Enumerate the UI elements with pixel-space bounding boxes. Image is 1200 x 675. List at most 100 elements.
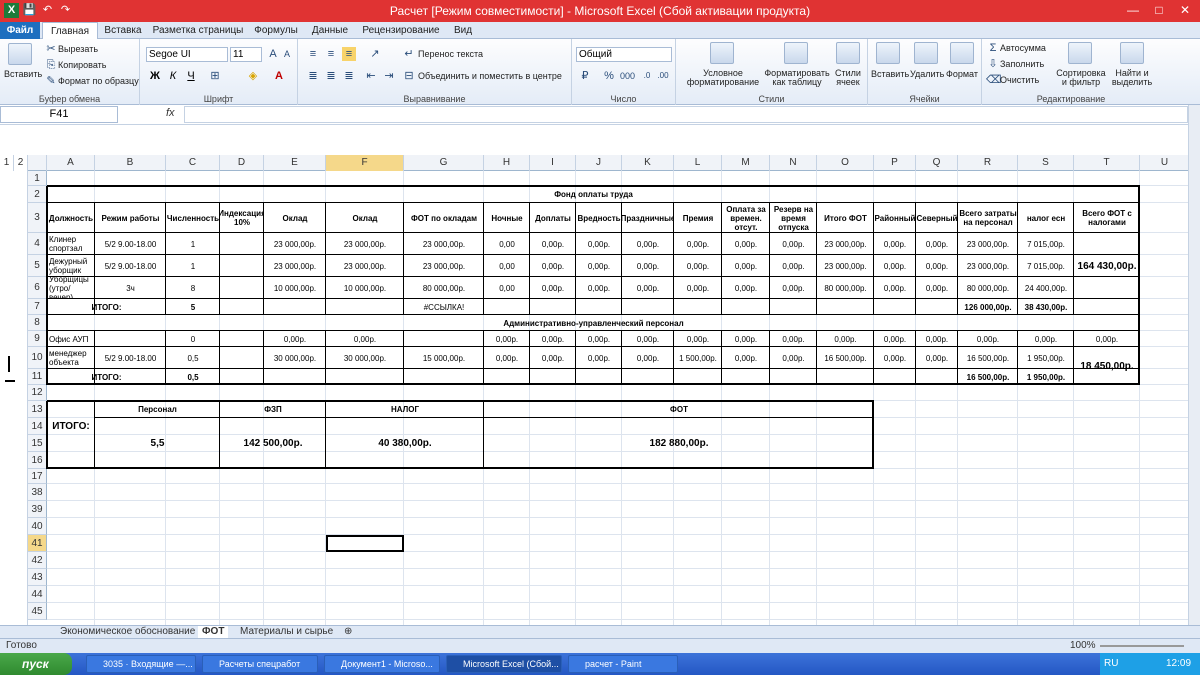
italic-button[interactable]: К <box>166 69 180 83</box>
row-header-4[interactable]: 4 <box>28 233 47 255</box>
sort-filter-button[interactable]: Сортировка и фильтр <box>1054 69 1108 87</box>
column-header-D[interactable]: D <box>220 155 264 171</box>
tab-formulas[interactable]: Формулы <box>250 22 302 39</box>
column-header-C[interactable]: C <box>166 155 220 171</box>
column-header-H[interactable]: H <box>484 155 530 171</box>
percent-icon[interactable]: % <box>602 69 616 83</box>
align-right-icon[interactable]: ≣ <box>342 69 356 83</box>
autosum-button[interactable]: Автосумма <box>1000 43 1046 53</box>
task-excel[interactable]: Microsoft Excel (Сбой... <box>446 655 562 673</box>
fill-color-icon[interactable]: ◈ <box>246 69 260 83</box>
outline-level-2[interactable]: 2 <box>14 155 28 171</box>
row-header-6[interactable]: 6 <box>28 277 47 299</box>
find-select-button[interactable]: Найти и выделить <box>1108 69 1156 87</box>
clear-button[interactable]: Очистить <box>1000 75 1039 85</box>
paste-icon[interactable] <box>8 43 32 65</box>
zoom-level[interactable]: 100% <box>1070 639 1096 653</box>
increase-indent-icon[interactable]: ⇥ <box>382 69 396 83</box>
column-header-G[interactable]: G <box>404 155 484 171</box>
column-header-A[interactable]: A <box>47 155 95 171</box>
row-header-39[interactable]: 39 <box>28 501 47 518</box>
column-header-N[interactable]: N <box>770 155 817 171</box>
row-header-13[interactable]: 13 <box>28 401 47 418</box>
vertical-scrollbar[interactable] <box>1188 105 1200 625</box>
paste-button[interactable]: Вставить <box>4 69 42 79</box>
borders-icon[interactable]: ⊞ <box>208 69 222 83</box>
insert-cells-button[interactable]: Вставить <box>871 69 909 79</box>
active-cell-f41[interactable] <box>326 535 404 552</box>
cut-button[interactable]: Вырезать <box>58 44 98 54</box>
delete-cells-button[interactable]: Удалить <box>910 69 944 79</box>
number-format-combo[interactable]: Общий <box>576 47 672 62</box>
start-button[interactable]: пуск <box>0 653 72 675</box>
cell-styles-button[interactable]: Стили ячеек <box>830 69 866 87</box>
column-header-Q[interactable]: Q <box>916 155 958 171</box>
conditional-format-button[interactable]: Условное форматирование <box>682 69 764 87</box>
merge-center-button[interactable]: Объединить и поместить в центре <box>418 71 562 81</box>
row-header-2[interactable]: 2 <box>28 186 47 203</box>
fill-button[interactable]: Заполнить <box>1000 59 1044 69</box>
tab-view[interactable]: Вид <box>448 22 478 39</box>
format-cells-button[interactable]: Формат <box>946 69 978 79</box>
underline-button[interactable]: Ч <box>184 69 198 83</box>
task-word[interactable]: Документ1 - Microso... <box>324 655 440 673</box>
decrease-indent-icon[interactable]: ⇤ <box>364 69 378 83</box>
collapse-group-button[interactable] <box>5 380 15 382</box>
copy-button[interactable]: Копировать <box>58 60 106 70</box>
column-header-R[interactable]: R <box>958 155 1018 171</box>
row-header-16[interactable]: 16 <box>28 452 47 469</box>
align-left-icon[interactable]: ≣ <box>306 69 320 83</box>
row-header-5[interactable]: 5 <box>28 255 47 277</box>
format-table-button[interactable]: Форматировать как таблицу <box>764 69 830 87</box>
worksheet-grid[interactable]: 1 2 3 4 5 6 7 8 9 10 11 12 13 14 15 16 17 38 39 40 41 42 43 44 4… <box>0 171 1188 625</box>
formula-input[interactable] <box>184 106 1188 123</box>
column-header-E[interactable]: E <box>264 155 326 171</box>
maximize-button[interactable]: □ <box>1148 2 1170 19</box>
tab-file[interactable]: Файл <box>0 22 40 39</box>
task-folder[interactable]: Расчеты спецработ <box>202 655 318 673</box>
column-header-O[interactable]: O <box>817 155 874 171</box>
format-painter-button[interactable]: Формат по образцу <box>58 76 139 86</box>
column-header-I[interactable]: I <box>530 155 576 171</box>
close-button[interactable]: ✕ <box>1174 2 1196 19</box>
column-header-T[interactable]: T <box>1074 155 1140 171</box>
row-header-41[interactable]: 41 <box>28 535 47 552</box>
row-header-1[interactable]: 1 <box>28 171 47 186</box>
name-box[interactable]: F41 <box>0 106 118 123</box>
row-header-9[interactable]: 9 <box>28 331 47 347</box>
row-header-7[interactable]: 7 <box>28 299 47 315</box>
row-header-12[interactable]: 12 <box>28 385 47 401</box>
row-header-42[interactable]: 42 <box>28 552 47 569</box>
row-header-14[interactable]: 14 <box>28 418 47 435</box>
language-indicator[interactable]: RU <box>1104 653 1118 675</box>
outline-level-1[interactable]: 1 <box>0 155 14 171</box>
grow-font-icon[interactable]: A <box>266 47 280 61</box>
tab-review[interactable]: Рецензирование <box>358 22 444 39</box>
comma-style-icon[interactable]: 000 <box>620 69 635 83</box>
column-header-K[interactable]: K <box>622 155 674 171</box>
row-header-43[interactable]: 43 <box>28 569 47 586</box>
row-header-11[interactable]: 11 <box>28 369 47 385</box>
row-header-10[interactable]: 10 <box>28 347 47 369</box>
column-header-F[interactable]: F <box>326 155 404 171</box>
column-header-L[interactable]: L <box>674 155 722 171</box>
align-bottom-icon[interactable]: ≡ <box>342 47 356 61</box>
tab-insert[interactable]: Вставка <box>100 22 146 39</box>
currency-icon[interactable]: ₽ <box>578 69 592 83</box>
wrap-text-button[interactable]: Перенос текста <box>418 49 483 59</box>
row-header-3[interactable]: 3 <box>28 203 47 233</box>
tab-data[interactable]: Данные <box>306 22 354 39</box>
align-middle-icon[interactable]: ≡ <box>324 47 338 61</box>
fx-icon[interactable]: fx <box>166 107 175 119</box>
row-header-15[interactable]: 15 <box>28 435 47 452</box>
column-header-J[interactable]: J <box>576 155 622 171</box>
zoom-slider[interactable] <box>1100 645 1184 647</box>
tab-page-layout[interactable]: Разметка страницы <box>150 22 246 39</box>
font-color-icon[interactable]: A <box>272 69 286 83</box>
decrease-decimal-icon[interactable]: .00 <box>656 69 670 83</box>
row-header-45[interactable]: 45 <box>28 603 47 620</box>
bold-button[interactable]: Ж <box>148 69 162 83</box>
column-header-S[interactable]: S <box>1018 155 1074 171</box>
column-header-B[interactable]: B <box>95 155 166 171</box>
align-center-icon[interactable]: ≣ <box>324 69 338 83</box>
